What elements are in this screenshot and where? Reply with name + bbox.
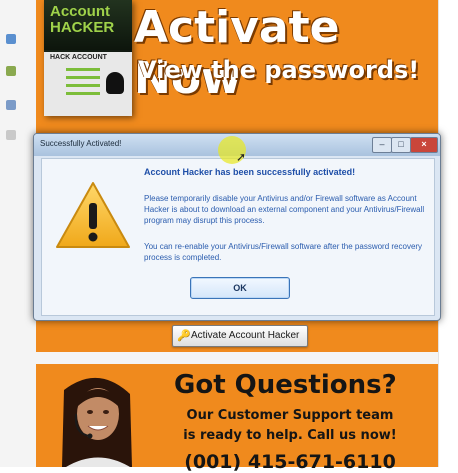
box-bottom: HACK ACCOUNT bbox=[44, 52, 132, 116]
product-box-image: Account HACKER HACK ACCOUNT bbox=[44, 0, 132, 116]
subheadline: View the passwords! bbox=[138, 56, 420, 84]
support-line-1: Our Customer Support team bbox=[186, 408, 394, 423]
key-icon: 🔑 bbox=[177, 330, 191, 342]
activate-button-label: Activate Account Hacker bbox=[191, 330, 300, 341]
support-section: Got Questions? Our Customer Support team… bbox=[36, 364, 438, 473]
right-window-strip bbox=[438, 0, 458, 467]
window-icon bbox=[6, 34, 16, 44]
window-icon bbox=[6, 130, 16, 140]
dialog-title: Successfully Activated! bbox=[40, 139, 122, 148]
window-icon bbox=[6, 100, 16, 110]
headline: Activate Now bbox=[134, 2, 340, 104]
box-title: Account HACKER bbox=[50, 3, 115, 36]
cursor-icon: ➚ bbox=[236, 150, 247, 164]
section-divider bbox=[36, 352, 438, 364]
hacker-hat-icon bbox=[106, 72, 124, 94]
ok-button[interactable]: OK bbox=[190, 277, 290, 299]
support-title: Got Questions? bbox=[174, 370, 397, 400]
support-phone[interactable]: (001) 415-671-6110 bbox=[152, 451, 428, 473]
banner: Account HACKER HACK ACCOUNT Activate Now… bbox=[36, 0, 438, 120]
activate-account-hacker-button[interactable]: 🔑 Activate Account Hacker bbox=[172, 325, 308, 347]
box-subtitle: HACK ACCOUNT bbox=[50, 54, 107, 61]
warning-icon bbox=[56, 182, 130, 248]
maximize-button[interactable]: □ bbox=[391, 137, 411, 153]
support-agent-image bbox=[62, 377, 132, 467]
dialog-content: Account Hacker has been successfully act… bbox=[41, 158, 435, 316]
dialog-message: Please temporarily disable your Antiviru… bbox=[144, 194, 425, 225]
close-button[interactable]: × bbox=[410, 137, 438, 153]
dialog-heading: Account Hacker has been successfully act… bbox=[144, 167, 356, 177]
minimize-button[interactable]: – bbox=[372, 137, 392, 153]
window-icon bbox=[6, 66, 16, 76]
dialog-message-secondary: You can re-enable your Antivirus/Firewal… bbox=[144, 242, 423, 262]
box-checklist bbox=[66, 68, 100, 98]
left-window-strip bbox=[0, 0, 37, 467]
support-line-2: is ready to help. Call us now! bbox=[183, 428, 397, 443]
box-top: Account HACKER bbox=[44, 0, 132, 50]
